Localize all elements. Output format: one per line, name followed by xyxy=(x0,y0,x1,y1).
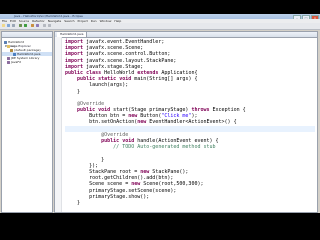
editor-tab-bar: HelloWorld.java xyxy=(55,32,317,38)
open-type-icon[interactable] xyxy=(36,24,39,27)
code-line[interactable]: } xyxy=(65,200,315,206)
video-letterbox-bottom xyxy=(0,213,320,240)
code-editor[interactable]: HelloWorld.java import javafx.event.Even… xyxy=(54,31,318,213)
package-explorer: Package Explorer HelloWorld src (default… xyxy=(1,31,53,213)
search-icon[interactable] xyxy=(31,24,34,27)
save-icon[interactable] xyxy=(7,24,10,27)
print-icon[interactable] xyxy=(12,24,15,27)
toolbar xyxy=(0,23,320,30)
new-icon[interactable] xyxy=(2,24,5,27)
editor-gutter xyxy=(55,37,62,212)
eclipse-window: Java - HelloWorld/src/HelloWorld.java - … xyxy=(0,14,320,213)
run-icon[interactable] xyxy=(24,24,27,27)
video-letterbox-top xyxy=(0,0,320,14)
library-icon xyxy=(7,60,10,64)
forward-icon[interactable] xyxy=(48,24,51,27)
back-icon[interactable] xyxy=(43,24,46,27)
code-area[interactable]: import javafx.event.EventHandler; import … xyxy=(65,39,315,206)
tree-item-javafx[interactable]: JavaFX xyxy=(2,60,52,64)
tree-item-label: JavaFX xyxy=(11,60,22,64)
debug-icon[interactable] xyxy=(19,24,22,27)
